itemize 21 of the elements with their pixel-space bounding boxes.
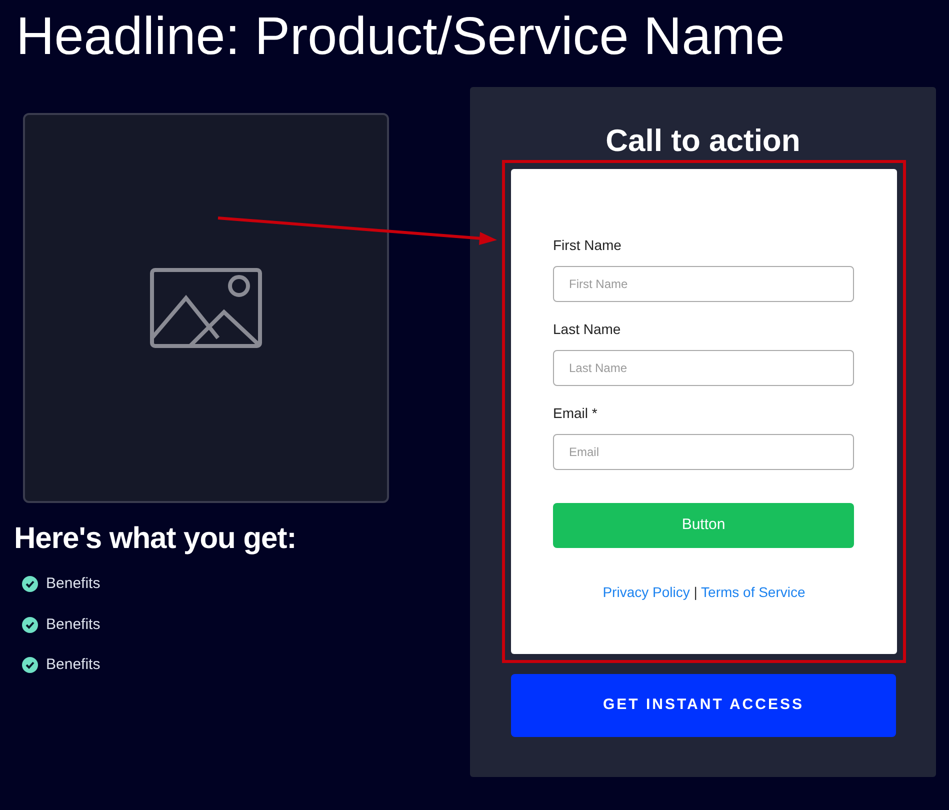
- access-button[interactable]: GET INSTANT ACCESS: [511, 674, 896, 738]
- headline: Headline: Product/Service Name: [15, 6, 786, 63]
- benefits-heading: Here's what you get:: [14, 521, 298, 557]
- link[interactable]: Terms of Service: [701, 584, 806, 600]
- benefit-text: Benefits: [46, 655, 100, 675]
- image-icon: [150, 268, 262, 348]
- field-label: Last Name: [553, 320, 622, 340]
- input-field[interactable]: Last Name: [553, 350, 854, 386]
- check-icon: [22, 657, 38, 674]
- input-field[interactable]: First Name: [553, 266, 854, 302]
- check-icon: [22, 576, 38, 592]
- cta-title: Call to action: [604, 122, 802, 160]
- benefit-text: Benefits: [46, 574, 100, 594]
- field-label: First Name: [553, 236, 622, 256]
- separator: |: [692, 584, 698, 600]
- field-label: Email *: [553, 404, 598, 424]
- benefit-text: Benefits: [46, 614, 100, 634]
- check-icon: [22, 616, 38, 633]
- submit-button[interactable]: Button: [553, 503, 854, 548]
- input-field[interactable]: Email: [553, 434, 854, 470]
- link[interactable]: Privacy Policy: [602, 584, 690, 600]
